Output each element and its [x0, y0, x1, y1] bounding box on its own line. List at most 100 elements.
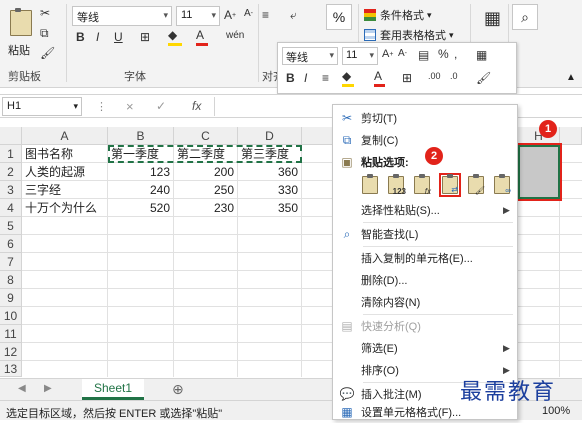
- row-header[interactable]: 4: [0, 199, 22, 217]
- row-header[interactable]: 3: [0, 181, 22, 199]
- mini-shrink-font-icon[interactable]: A-: [398, 48, 407, 59]
- mini-percent-icon[interactable]: %: [438, 47, 449, 61]
- mini-border-icon[interactable]: ⊞: [402, 71, 412, 85]
- name-box-value: H1: [7, 100, 22, 112]
- paste-transpose-button[interactable]: ⇄: [439, 173, 461, 197]
- scroll-right-icon[interactable]: ▶: [44, 383, 52, 394]
- cell-b4[interactable]: 520: [108, 199, 174, 217]
- italic-icon[interactable]: I: [96, 30, 99, 44]
- add-sheet-icon[interactable]: ⊕: [172, 381, 184, 398]
- paste-button[interactable]: 粘贴: [4, 4, 38, 62]
- mini-toolbar: 等线 ▾ 11 ▾ A + A- ▤ % , ▦ B I ≡ ◆ A ⊞ .00 .0…: [277, 42, 517, 94]
- row-header[interactable]: 9: [0, 289, 22, 307]
- format-painter-icon[interactable]: 🖌: [40, 46, 55, 60]
- cell-b2[interactable]: 123: [108, 163, 174, 181]
- menu-item-delete[interactable]: 删除(D)...: [333, 269, 517, 291]
- formula-input[interactable]: [214, 97, 328, 116]
- mini-format-icon[interactable]: ▦: [476, 48, 487, 62]
- grow-font-icon[interactable]: A +: [224, 8, 236, 22]
- cancel-icon[interactable]: ×: [126, 99, 134, 114]
- paste-label: 粘贴: [8, 45, 30, 57]
- cell-c2[interactable]: 200: [174, 163, 238, 181]
- paste-formatting-button[interactable]: 🖌: [465, 173, 487, 197]
- cell-a4[interactable]: 十万个为什么: [22, 199, 108, 217]
- paste-link-button[interactable]: ∞: [491, 173, 513, 197]
- shrink-font-icon[interactable]: A-: [244, 8, 253, 19]
- cell-b3[interactable]: 240: [108, 181, 174, 199]
- mini-font-size-combo[interactable]: 11 ▾: [342, 47, 378, 65]
- scroll-left-icon[interactable]: ◀: [18, 383, 26, 394]
- mini-font-color-icon[interactable]: A: [374, 69, 385, 87]
- paste-values-button[interactable]: 123: [385, 173, 407, 197]
- cell-d4[interactable]: 350: [238, 199, 302, 217]
- font-name-combo[interactable]: 等线 ▾: [72, 6, 172, 26]
- paste-formulas-button[interactable]: fx: [411, 173, 433, 197]
- mini-comma-icon[interactable]: ,: [454, 47, 457, 61]
- conditional-format-button[interactable]: 条件格式 ▾: [364, 6, 464, 24]
- row-header[interactable]: 5: [0, 217, 22, 235]
- mini-font-name-combo[interactable]: 等线 ▾: [282, 47, 338, 65]
- cell-d3[interactable]: 330: [238, 181, 302, 199]
- cell-c3[interactable]: 250: [174, 181, 238, 199]
- menu-item-cut[interactable]: ✂ 剪切(T): [333, 107, 517, 129]
- cell-a1[interactable]: 图书名称: [22, 145, 108, 163]
- mini-format-painter-icon[interactable]: 🖌: [476, 71, 491, 85]
- font-color-icon[interactable]: A: [196, 28, 208, 46]
- mini-increase-decimal-icon[interactable]: .0: [450, 71, 458, 81]
- col-header-a[interactable]: A: [22, 127, 108, 145]
- menu-item-smart-lookup[interactable]: ⌕ 智能查找(L): [333, 223, 517, 245]
- cut-icon[interactable]: ✂: [40, 6, 50, 20]
- row-header[interactable]: 12: [0, 343, 22, 361]
- row-header[interactable]: 1: [0, 145, 22, 163]
- name-box[interactable]: H1 ▾: [2, 97, 82, 116]
- mini-bold-icon[interactable]: B: [286, 71, 295, 85]
- font-name-value: 等线: [77, 12, 99, 24]
- mini-align-center-icon[interactable]: ≡: [322, 71, 329, 85]
- col-header-c[interactable]: C: [174, 127, 238, 145]
- border-icon[interactable]: ⊞: [140, 30, 150, 44]
- font-size-combo[interactable]: 11 ▾: [176, 6, 220, 26]
- menu-item-filter[interactable]: 筛选(E) ▶: [333, 337, 517, 359]
- formula-dots: ⋮: [96, 101, 107, 113]
- cell-d2[interactable]: 360: [238, 163, 302, 181]
- row-header[interactable]: 10: [0, 307, 22, 325]
- cells-icon[interactable]: ▦: [484, 8, 501, 29]
- bold-icon[interactable]: B: [76, 30, 85, 44]
- row-header[interactable]: 2: [0, 163, 22, 181]
- phonetic-icon[interactable]: wén: [226, 30, 244, 41]
- underline-icon[interactable]: U: [114, 30, 123, 44]
- menu-item-copy[interactable]: ⧉ 复制(C): [333, 129, 517, 151]
- fill-color-icon[interactable]: ◆: [168, 28, 182, 46]
- mini-grow-font-icon[interactable]: A +: [382, 48, 393, 60]
- insert-function-icon[interactable]: fx: [192, 99, 201, 113]
- mini-fill-color-icon[interactable]: ◆: [342, 69, 354, 87]
- cell-a2[interactable]: 人类的起源: [22, 163, 108, 181]
- col-header-d[interactable]: D: [238, 127, 302, 145]
- wrap-text-icon[interactable]: ⤶: [290, 8, 297, 23]
- row-header[interactable]: 7: [0, 253, 22, 271]
- menu-item-clear[interactable]: 清除内容(N): [333, 291, 517, 313]
- menu-item-insert-copied[interactable]: 插入复制的单元格(E)...: [333, 247, 517, 269]
- paste-default-button[interactable]: [359, 173, 381, 197]
- row-header[interactable]: 11: [0, 325, 22, 343]
- number-format-button[interactable]: %: [326, 4, 352, 30]
- select-all-corner[interactable]: [0, 127, 22, 145]
- mini-decrease-decimal-icon[interactable]: .00: [428, 71, 441, 81]
- row-header[interactable]: 13: [0, 361, 22, 377]
- cell-a3[interactable]: 三字经: [22, 181, 108, 199]
- menu-item-label: 删除(D)...: [361, 275, 408, 287]
- row-header[interactable]: 6: [0, 235, 22, 253]
- cell-c4[interactable]: 230: [174, 199, 238, 217]
- menu-item-paste-special[interactable]: 选择性粘贴(S)... ▶: [333, 199, 517, 221]
- copy-icon[interactable]: ⧉: [40, 26, 49, 41]
- col-header-b[interactable]: B: [108, 127, 174, 145]
- sheet-tab-sheet1[interactable]: Sheet1: [82, 379, 144, 400]
- find-button[interactable]: ⌕: [512, 4, 538, 30]
- mini-italic-icon[interactable]: I: [304, 71, 307, 85]
- align-top-icon[interactable]: ≡: [262, 8, 269, 22]
- collapse-ribbon-icon[interactable]: ▲: [566, 72, 576, 83]
- zoom-level[interactable]: 100%: [542, 405, 570, 417]
- mini-currency-icon[interactable]: ▤: [418, 48, 429, 62]
- row-header[interactable]: 8: [0, 271, 22, 289]
- enter-icon[interactable]: ✓: [156, 99, 166, 113]
